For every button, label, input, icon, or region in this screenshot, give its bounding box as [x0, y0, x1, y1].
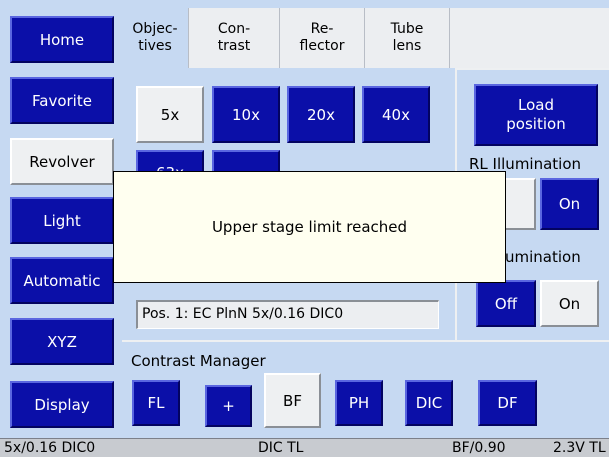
- contrast-manager-label: Contrast Manager: [131, 352, 266, 370]
- tl-illumination-off-button[interactable]: Off: [476, 280, 536, 327]
- tab-contrast-label: Con- trast: [217, 21, 251, 54]
- status-bar: 5x/0.16 DIC0 DIC TL BF/0.90 2.3V TL: [0, 438, 609, 457]
- rl-illumination-on-button[interactable]: On: [540, 178, 599, 230]
- status-bf: BF/0.90: [452, 440, 506, 456]
- status-objective: 5x/0.16 DIC0: [4, 440, 96, 456]
- contrast-df-button[interactable]: DF: [478, 380, 537, 426]
- tab-tube-lens-label: Tube lens: [390, 21, 424, 54]
- nav-display-button[interactable]: Display: [10, 381, 114, 428]
- nav-home-button[interactable]: Home: [10, 16, 114, 63]
- status-voltage: 2.3V TL: [553, 440, 606, 456]
- objective-10x-button[interactable]: 10x: [212, 86, 280, 143]
- objective-position-info: Pos. 1: EC PlnN 5x/0.16 DIC0: [136, 300, 439, 329]
- tl-illumination-on-button[interactable]: On: [540, 280, 599, 327]
- nav-revolver-button[interactable]: Revolver: [10, 138, 114, 185]
- tab-reflector-label: Re- flector: [299, 21, 345, 54]
- load-position-button[interactable]: Load position: [474, 84, 598, 146]
- objective-40x-button[interactable]: 40x: [362, 86, 430, 143]
- stage-limit-dialog[interactable]: Upper stage limit reached: [113, 171, 506, 283]
- objective-5x-button[interactable]: 5x: [136, 86, 204, 143]
- contrast-bf-button[interactable]: BF: [264, 373, 321, 428]
- tl-illumination-label: umination: [505, 248, 581, 266]
- nav-automatic-button[interactable]: Automatic: [10, 257, 114, 304]
- contrast-ph-button[interactable]: PH: [335, 380, 383, 426]
- tab-objectives-label: Objec- tives: [132, 21, 178, 54]
- contrast-fl-button[interactable]: FL: [132, 380, 180, 426]
- dialog-message: Upper stage limit reached: [211, 218, 408, 236]
- tab-tube-lens[interactable]: Tube lens: [365, 8, 450, 68]
- nav-xyz-button[interactable]: XYZ: [10, 318, 114, 365]
- nav-light-button[interactable]: Light: [10, 197, 114, 244]
- tab-objectives[interactable]: Objec- tives: [122, 8, 189, 68]
- contrast-dic-button[interactable]: DIC: [405, 380, 453, 426]
- contrast-plus-button[interactable]: +: [205, 385, 252, 427]
- nav-favorite-button[interactable]: Favorite: [10, 77, 114, 124]
- objective-20x-button[interactable]: 20x: [287, 86, 355, 143]
- tab-contrast[interactable]: Con- trast: [189, 8, 280, 68]
- status-contrast: DIC TL: [258, 440, 304, 456]
- tab-reflector[interactable]: Re- flector: [280, 8, 365, 68]
